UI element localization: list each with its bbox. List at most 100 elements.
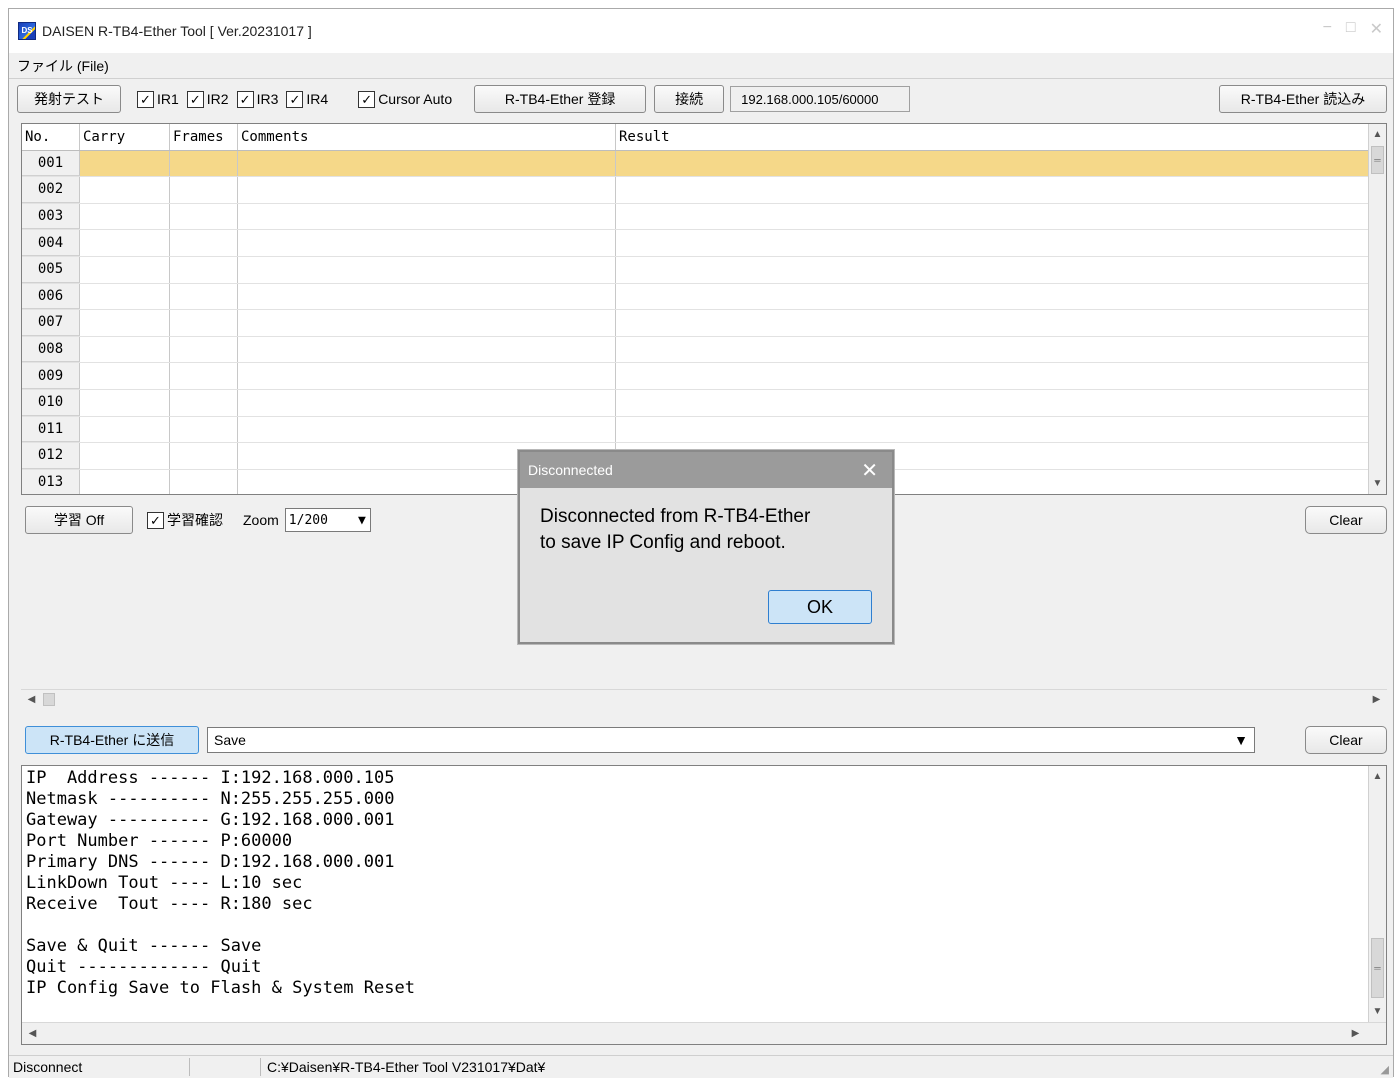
table-cell[interactable] bbox=[80, 283, 170, 310]
table-cell[interactable] bbox=[170, 310, 238, 336]
scroll-up-icon[interactable]: ▲ bbox=[1369, 768, 1386, 785]
table-cell[interactable] bbox=[170, 150, 238, 177]
table-cell[interactable] bbox=[80, 389, 170, 416]
table-cell[interactable] bbox=[238, 416, 616, 443]
table-cell[interactable] bbox=[616, 310, 1370, 336]
zoom-select[interactable]: 1/200 ▼ bbox=[284, 508, 371, 532]
table-cell[interactable] bbox=[616, 336, 1370, 363]
scroll-down-icon[interactable]: ▼ bbox=[1369, 1003, 1386, 1020]
table-cell[interactable] bbox=[170, 177, 238, 203]
learn-confirm-checkbox[interactable]: ✓ 学習確認 bbox=[147, 510, 223, 530]
minimize-icon[interactable]: − bbox=[1323, 19, 1332, 39]
scroll-left-icon[interactable]: ◀ bbox=[24, 1025, 41, 1042]
table-cell[interactable] bbox=[616, 203, 1370, 230]
table-cell[interactable] bbox=[170, 389, 238, 416]
hscroll-thumb[interactable] bbox=[43, 693, 55, 706]
table-cell[interactable] bbox=[170, 469, 238, 494]
console-horizontal-scrollbar[interactable]: ◀ ▶ bbox=[22, 1022, 1386, 1044]
table-cell[interactable] bbox=[80, 416, 170, 443]
table-cell[interactable] bbox=[170, 256, 238, 283]
table-row[interactable]: 006 bbox=[22, 283, 1386, 311]
ir4-checkbox[interactable]: ✓ IR4 bbox=[286, 90, 328, 108]
scroll-right-icon[interactable]: ▶ bbox=[1347, 1025, 1364, 1042]
ok-button[interactable]: OK bbox=[768, 590, 872, 624]
table-cell[interactable] bbox=[238, 283, 616, 310]
table-cell[interactable] bbox=[80, 443, 170, 469]
register-button[interactable]: R-TB4-Ether 登録 bbox=[474, 85, 647, 113]
table-cell[interactable] bbox=[238, 203, 616, 230]
scroll-down-icon[interactable]: ▼ bbox=[1369, 475, 1386, 492]
cursor-auto-checkbox[interactable]: ✓ Cursor Auto bbox=[358, 90, 452, 108]
waveform-horizontal-scrollbar[interactable]: ◀ ▶ bbox=[21, 689, 1387, 709]
console-output[interactable]: IP Address ------ I:192.168.000.105 Netm… bbox=[21, 765, 1387, 1045]
console-clear-button[interactable]: Clear bbox=[1305, 726, 1387, 754]
table-row[interactable]: 007 bbox=[22, 310, 1386, 337]
learn-off-button[interactable]: 学習 Off bbox=[25, 506, 133, 534]
table-vertical-scrollbar[interactable]: ▲ ═ ▼ bbox=[1368, 124, 1386, 494]
table-cell[interactable] bbox=[616, 283, 1370, 310]
table-row[interactable]: 002 bbox=[22, 177, 1386, 204]
table-cell[interactable] bbox=[170, 416, 238, 443]
table-row[interactable]: 010 bbox=[22, 389, 1386, 417]
table-cell[interactable] bbox=[616, 177, 1370, 203]
table-cell[interactable] bbox=[616, 256, 1370, 283]
load-button[interactable]: R-TB4-Ether 読込み bbox=[1219, 85, 1387, 113]
table-cell[interactable] bbox=[238, 177, 616, 203]
table-cell[interactable] bbox=[616, 416, 1370, 443]
resize-grip-icon[interactable]: ◢ bbox=[1381, 1063, 1389, 1076]
table-row[interactable]: 008 bbox=[22, 336, 1386, 364]
maximize-icon[interactable]: □ bbox=[1346, 19, 1356, 39]
table-cell[interactable] bbox=[80, 177, 170, 203]
table-cell[interactable] bbox=[238, 310, 616, 336]
table-cell[interactable] bbox=[170, 363, 238, 389]
table-cell[interactable] bbox=[238, 363, 616, 389]
table-cell[interactable] bbox=[80, 203, 170, 230]
table-cell[interactable] bbox=[170, 443, 238, 469]
ir1-checkbox[interactable]: ✓ IR1 bbox=[137, 90, 179, 108]
table-row[interactable]: 005 bbox=[22, 256, 1386, 284]
table-cell[interactable] bbox=[170, 336, 238, 363]
table-cell[interactable] bbox=[238, 336, 616, 363]
table-cell[interactable] bbox=[616, 230, 1370, 256]
ir3-checkbox[interactable]: ✓ IR3 bbox=[236, 90, 278, 108]
table-cell[interactable] bbox=[80, 150, 170, 177]
table-cell[interactable] bbox=[170, 283, 238, 310]
table-cell[interactable] bbox=[616, 389, 1370, 416]
learn-clear-button[interactable]: Clear bbox=[1305, 506, 1387, 534]
fire-test-button[interactable]: 発射テスト bbox=[17, 85, 121, 113]
close-icon[interactable]: ✕ bbox=[1370, 19, 1383, 39]
signal-table[interactable]: No. Carry Frames Comments Result 001 002 0… bbox=[21, 123, 1387, 495]
table-cell[interactable] bbox=[238, 256, 616, 283]
table-cell[interactable] bbox=[238, 389, 616, 416]
send-button[interactable]: R-TB4-Ether に送信 bbox=[25, 726, 199, 754]
table-row[interactable]: 011 bbox=[22, 416, 1386, 444]
table-cell[interactable] bbox=[80, 363, 170, 389]
menu-file[interactable]: ファイル (File) bbox=[13, 54, 113, 78]
ip-address-field[interactable]: 192.168.000.105/60000 bbox=[730, 86, 911, 112]
table-row[interactable]: 009 bbox=[22, 363, 1386, 390]
table-cell[interactable] bbox=[616, 363, 1370, 389]
command-combobox[interactable]: Save ▼ bbox=[207, 727, 1255, 753]
scroll-right-icon[interactable]: ▶ bbox=[1368, 691, 1385, 708]
table-cell[interactable] bbox=[170, 230, 238, 256]
connect-button[interactable]: 接続 bbox=[654, 85, 725, 113]
close-icon[interactable]: ✕ bbox=[861, 458, 878, 483]
table-row[interactable]: 004 bbox=[22, 230, 1386, 257]
scroll-left-icon[interactable]: ◀ bbox=[23, 691, 40, 708]
scroll-thumb[interactable]: ═ bbox=[1371, 146, 1384, 174]
table-cell[interactable] bbox=[80, 230, 170, 256]
table-row[interactable]: 003 bbox=[22, 203, 1386, 231]
console-vertical-scrollbar[interactable]: ▲ ═ ▼ bbox=[1368, 766, 1386, 1022]
table-cell[interactable] bbox=[80, 469, 170, 494]
table-cell[interactable] bbox=[80, 310, 170, 336]
scroll-thumb[interactable]: ═ bbox=[1371, 938, 1384, 998]
scroll-up-icon[interactable]: ▲ bbox=[1369, 126, 1386, 143]
table-row[interactable]: 001 bbox=[22, 150, 1386, 178]
table-cell[interactable] bbox=[616, 150, 1370, 177]
table-cell[interactable] bbox=[170, 203, 238, 230]
table-cell[interactable] bbox=[80, 336, 170, 363]
ir2-checkbox[interactable]: ✓ IR2 bbox=[186, 90, 229, 108]
table-cell[interactable] bbox=[238, 150, 616, 177]
table-cell[interactable] bbox=[238, 230, 616, 256]
table-cell[interactable] bbox=[80, 256, 170, 283]
